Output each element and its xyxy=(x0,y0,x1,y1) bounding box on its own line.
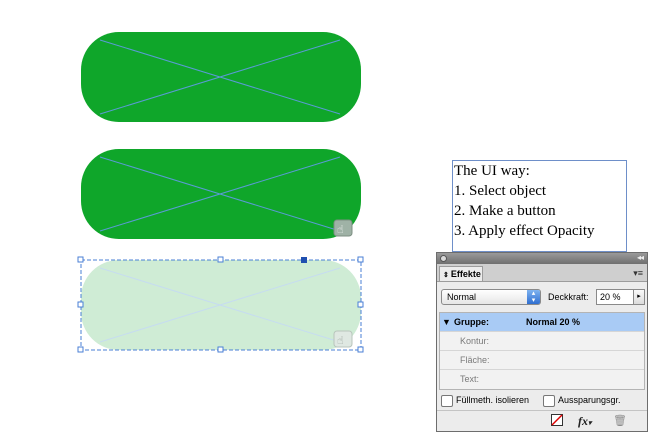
opacity-input[interactable]: 20 % xyxy=(596,289,634,305)
button-badge-icon: ☝ xyxy=(333,330,353,348)
row-label: Gruppe: xyxy=(454,317,489,327)
panel-bottom-bar: fx▾ 🗑 xyxy=(437,410,647,432)
button-object-3[interactable]: ☝ xyxy=(81,260,361,350)
list-item-fill[interactable]: Fläche: xyxy=(440,351,644,370)
close-icon[interactable] xyxy=(440,255,447,262)
isolate-blending-checkbox[interactable] xyxy=(441,394,453,407)
text-line: The UI way: xyxy=(454,163,530,179)
button-object-2[interactable]: ☝ xyxy=(81,149,361,239)
row-label: Fläche: xyxy=(460,355,490,365)
button-object-1[interactable] xyxy=(81,32,361,122)
row-label: Kontur: xyxy=(460,336,490,346)
tab-effects[interactable]: ⇕ Effekte xyxy=(439,266,483,281)
panel-tab-row: ⇕ Effekte ▾≡ xyxy=(437,264,647,282)
isolate-blending-label: Füllmeth. isolieren xyxy=(456,395,530,405)
opacity-label: Deckkraft: xyxy=(548,292,589,302)
effects-panel: ◂◂ ⇕ Effekte ▾≡ Normal ▴ ▾ Deckkraft: 20 %… xyxy=(436,252,648,432)
clear-effects-icon[interactable] xyxy=(551,414,563,429)
trash-icon[interactable]: 🗑 xyxy=(613,414,627,427)
tab-label: Effekte xyxy=(450,269,481,279)
knockout-group-label: Aussparungsgr. xyxy=(558,395,621,405)
panel-titlebar[interactable]: ◂◂ xyxy=(437,253,647,264)
disclosure-triangle-icon[interactable]: ▼ xyxy=(442,313,451,331)
row-label: Text: xyxy=(460,374,480,384)
sort-arrows-icon: ⇕ xyxy=(443,272,449,279)
list-item-text[interactable]: Text: xyxy=(440,370,644,389)
content-grabber-handle[interactable] xyxy=(301,257,307,263)
svg-text:☝: ☝ xyxy=(337,334,344,347)
knockout-group-checkbox[interactable] xyxy=(543,394,555,407)
knockout-group-option[interactable]: Aussparungsgr. xyxy=(543,394,621,407)
text-line: 3. Apply effect Opacity xyxy=(454,223,595,239)
button-badge-icon: ☝ xyxy=(333,219,353,237)
list-item-group[interactable]: ▼ Gruppe: Normal 20 % xyxy=(440,313,644,332)
fx-icon[interactable]: fx▾ xyxy=(578,414,592,429)
collapse-icon[interactable]: ◂◂ xyxy=(637,253,644,262)
text-line: 2. Make a button xyxy=(454,203,556,219)
panel-menu-icon[interactable]: ▾≡ xyxy=(633,268,643,279)
opacity-stepper-icon[interactable]: ▸ xyxy=(633,289,645,305)
blend-mode-value: Normal xyxy=(447,292,477,302)
row-value: Normal 20 % xyxy=(526,317,581,327)
effects-list: ▼ Gruppe: Normal 20 % Kontur: Fläche: Te… xyxy=(439,312,645,390)
svg-text:☝: ☝ xyxy=(337,223,344,236)
select-arrows-icon: ▴ ▾ xyxy=(527,290,540,304)
isolate-blending-option[interactable]: Füllmeth. isolieren xyxy=(441,394,529,407)
text-line: 1. Select object xyxy=(454,183,547,199)
list-item-stroke[interactable]: Kontur: xyxy=(440,332,644,351)
text-frame[interactable]: The UI way: 1. Select object 2. Make a b… xyxy=(452,160,627,252)
blend-mode-select[interactable]: Normal ▴ ▾ xyxy=(441,289,541,305)
